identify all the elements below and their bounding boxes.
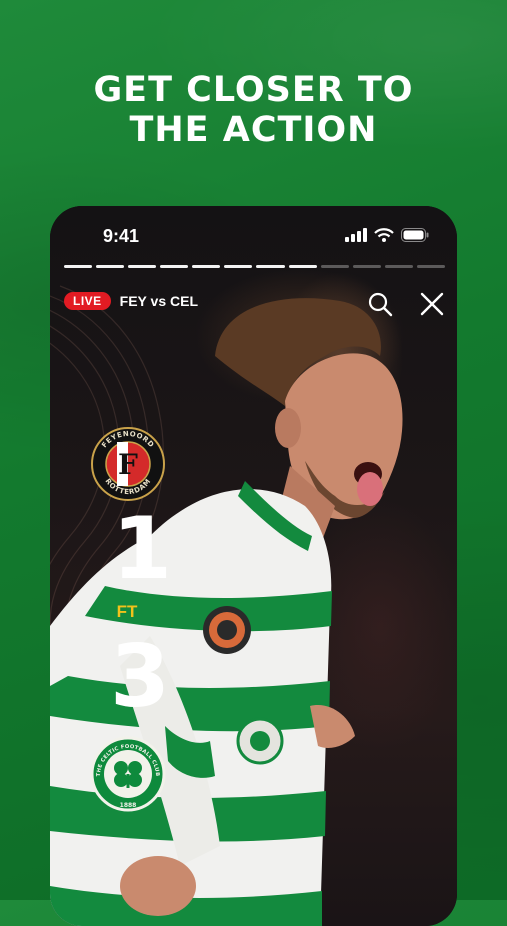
story-progress-segment [416,265,445,268]
feyenoord-logo: FEYENOORD ROTTERDAM F [91,427,165,501]
feyenoord-crest: FEYENOORD ROTTERDAM F [90,426,166,507]
story-progress-segment [128,265,157,268]
story-progress-segment [96,265,125,268]
search-icon [368,292,393,317]
wifi-icon [374,228,394,242]
story-progress-segment [320,265,349,268]
status-time: 9:41 [103,226,140,246]
story-top-bar: LIVE FEY vs CEL [64,292,198,310]
story-progress-segment [192,265,221,268]
match-status: FT [116,602,138,621]
story-progress-segment [160,265,189,268]
story-progress-segment [288,265,317,268]
search-button[interactable] [366,290,394,318]
story-progress-segment [352,265,381,268]
story-progress-segment [64,265,93,268]
close-button[interactable] [418,290,446,318]
match-title: FEY vs CEL [119,293,198,309]
story-progress-bar [64,265,445,268]
signal-icon [345,228,367,242]
headline-line-1: GET CLOSER TO [93,70,414,110]
story-progress-segment [384,265,413,268]
story-progress-segment [224,265,253,268]
phone-frame: 9:41 LIVE FEY vs CEL FEYENOORD ROTTERDAM… [50,206,457,926]
live-badge: LIVE [64,292,111,310]
celtic-logo: THE CELTIC FOOTBALL CLUB 1888 [90,736,166,812]
celtic-crest: THE CELTIC FOOTBALL CLUB 1888 [90,736,166,817]
headline-line-2: THE ACTION [129,110,378,150]
home-score: 1 [112,499,172,599]
battery-icon [401,228,429,242]
promo-headline: GET CLOSER TO THE ACTION [0,70,507,150]
away-crest-year: 1888 [120,802,137,809]
story-progress-segment [256,265,285,268]
close-icon [420,292,444,316]
status-icons [345,228,429,242]
away-score: 3 [110,627,170,727]
home-crest-letter: F [118,448,138,481]
